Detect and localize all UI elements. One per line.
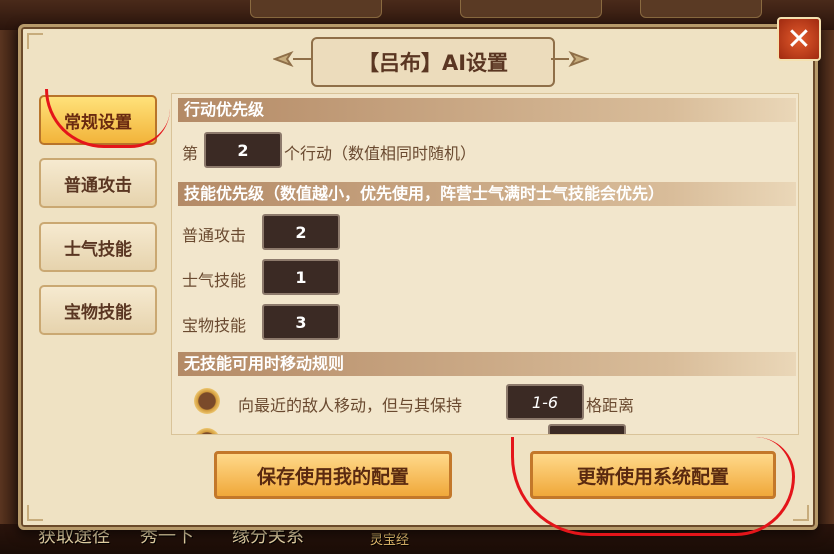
close-x-icon: ✕ [786, 21, 812, 57]
morale-skill-priority-field[interactable]: 1 [262, 259, 340, 295]
action-order-prefix: 第 [182, 144, 199, 163]
corner-ornament [27, 33, 43, 49]
title-left-ornament-icon [273, 51, 311, 67]
dialog-title: 【吕布】AI设置 [311, 37, 555, 87]
skill-priority-heading: 技能优先级（数值越小，优先使用，阵营士气满时士气技能会优先） [178, 182, 796, 206]
ai-settings-dialog: 【吕布】AI设置 ✕ 常规设置 普通攻击 士气技能 宝物技能 行动优先级 第 2… [18, 17, 821, 536]
move-rule-radio-selected[interactable] [194, 388, 220, 414]
tab-morale-skill[interactable]: 士气技能 [39, 222, 157, 272]
treasure-skill-label: 宝物技能 [182, 316, 247, 335]
close-button[interactable]: ✕ [777, 17, 821, 61]
keep-distance-field[interactable]: 1-6 [506, 384, 584, 420]
normal-attack-priority-field[interactable]: 2 [262, 214, 340, 250]
action-order-suffix: 个行动（数值相同时随机） [284, 144, 477, 163]
next-option-field[interactable] [548, 424, 626, 434]
save-my-config-button[interactable]: 保存使用我的配置 [214, 451, 452, 499]
title-right-ornament-icon [551, 51, 589, 67]
resource-chip [640, 0, 762, 18]
normal-attack-label: 普通攻击 [182, 226, 247, 245]
corner-ornament [27, 505, 43, 521]
action-order-field[interactable]: 2 [204, 132, 282, 168]
treasure-skill-priority-field[interactable]: 3 [262, 304, 340, 340]
keep-distance-suffix: 格距离 [586, 396, 635, 415]
move-rule-option-text: 向最近的敌人移动，但与其保持 [238, 396, 463, 415]
annotation-circle-update [511, 437, 795, 536]
lingbao-label[interactable]: 灵宝经 [370, 529, 409, 548]
morale-skill-label: 士气技能 [182, 271, 247, 290]
move-rule-radio-next[interactable] [194, 428, 220, 434]
settings-content-panel: 行动优先级 第 2 个行动（数值相同时随机） 技能优先级（数值越小，优先使用，阵… [171, 93, 799, 435]
move-rule-heading: 无技能可用时移动规则 [178, 352, 796, 376]
tab-treasure-skill[interactable]: 宝物技能 [39, 285, 157, 335]
tab-normal-attack[interactable]: 普通攻击 [39, 158, 157, 208]
resource-chip [250, 0, 382, 18]
resource-chip [460, 0, 602, 18]
action-priority-heading: 行动优先级 [178, 98, 796, 122]
corner-ornament [793, 505, 809, 521]
